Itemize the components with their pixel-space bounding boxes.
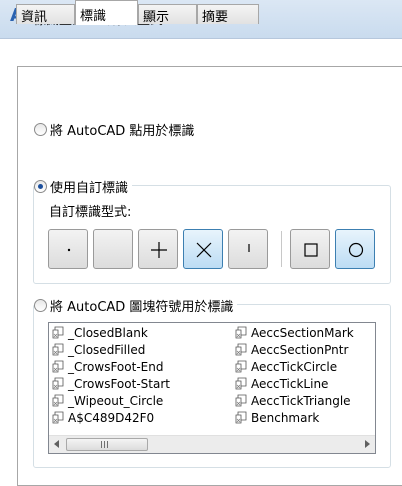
list-item-label: _Wipeout_Circle [68, 393, 164, 408]
marker-separator [281, 231, 282, 267]
list-item-label: AeccTickCircle [251, 359, 338, 374]
tab-marker[interactable]: 標識 [75, 0, 138, 25]
block-symbol-icon [52, 394, 66, 407]
square-icon [304, 243, 318, 257]
block-symbol-icon [235, 411, 249, 424]
list-item[interactable]: A$C489D42F0 [52, 409, 154, 426]
scrollbar-thumb[interactable] [66, 438, 148, 451]
list-item-label: AeccSectionPntr [251, 342, 349, 357]
list-item[interactable]: _CrowsFoot-Start [52, 375, 170, 392]
autocad-block-label: 將 AutoCAD 圖塊符號用於標識 [50, 300, 234, 315]
scroll-right-arrow-icon[interactable] [365, 440, 370, 448]
marker-plus-button[interactable] [138, 229, 178, 269]
use-autocad-block-option[interactable]: 將 AutoCAD 圖塊符號用於標識 [34, 296, 238, 315]
block-symbol-icon [52, 377, 66, 390]
x-icon [196, 242, 212, 258]
list-item-label: _ClosedBlank [68, 325, 148, 340]
block-symbol-icon [52, 360, 66, 373]
block-symbol-icon [52, 411, 66, 424]
block-symbol-icon [235, 326, 249, 339]
circle-icon [348, 242, 364, 258]
horizontal-scrollbar[interactable] [49, 435, 375, 453]
autocad-point-label: 將 AutoCAD 點用於標識 [50, 124, 195, 139]
list-item-label: AeccTickTriangle [251, 393, 351, 408]
list-item[interactable]: AeccTickCircle [235, 358, 337, 375]
list-item-label: Benchmark [251, 410, 320, 425]
list-item[interactable]: _Wipeout_Circle [52, 392, 163, 409]
tab-display[interactable]: 顯示 [138, 4, 197, 24]
list-item[interactable]: _ClosedFilled [52, 341, 145, 358]
marker-tick-button[interactable] [228, 229, 268, 269]
block-symbol-icon [235, 360, 249, 373]
list-item[interactable]: Benchmark [235, 409, 319, 426]
list-item-label: AeccSectionMark [251, 325, 354, 340]
radio-custom-marker[interactable] [34, 180, 47, 193]
custom-marker-label: 使用自訂標識 [50, 181, 129, 196]
block-symbol-icon [52, 326, 66, 339]
list-item[interactable]: AeccTickTriangle [235, 392, 351, 409]
list-item-label: A$C489D42F0 [68, 410, 155, 425]
list-item-label: AeccTickLine [251, 376, 329, 391]
tab-summary[interactable]: 摘要 [197, 4, 259, 24]
list-item-label: _ClosedFilled [68, 342, 146, 357]
tick-icon [248, 244, 250, 252]
plus-icon [151, 242, 167, 258]
use-autocad-point-option[interactable]: 將 AutoCAD 點用於標識 [34, 120, 194, 139]
block-symbol-icon [235, 343, 249, 356]
list-item[interactable]: _ClosedBlank [52, 324, 148, 341]
use-custom-marker-option[interactable]: 使用自訂標識 [34, 177, 133, 196]
blank-icon [94, 230, 134, 270]
list-item[interactable]: AeccSectionPntr [235, 341, 348, 358]
block-symbol-list[interactable]: _ClosedBlank _ClosedFilled _CrowsFoot-End _… [48, 322, 376, 454]
dot-icon [67, 248, 71, 252]
marker-x-button[interactable] [183, 229, 223, 269]
list-item[interactable]: _CrowsFoot-End [52, 358, 163, 375]
list-item-label: _CrowsFoot-Start [68, 376, 170, 391]
block-symbol-icon [235, 377, 249, 390]
marker-square-button[interactable] [290, 229, 330, 269]
list-item[interactable]: AeccSectionMark [235, 324, 354, 341]
radio-autocad-point[interactable] [34, 123, 47, 136]
marker-circle-button[interactable] [335, 229, 375, 269]
block-symbol-icon [235, 394, 249, 407]
marker-none-button[interactable] [93, 229, 133, 269]
list-item[interactable]: AeccTickLine [235, 375, 328, 392]
marker-dot-button[interactable] [48, 229, 88, 269]
block-symbol-icon [52, 343, 66, 356]
custom-marker-style-label: 自訂標識型式: [49, 205, 132, 220]
list-item-label: _CrowsFoot-End [68, 359, 164, 374]
radio-autocad-block[interactable] [34, 299, 47, 312]
scroll-left-arrow-icon[interactable] [54, 440, 59, 448]
tab-information[interactable]: 資訊 [16, 4, 75, 24]
